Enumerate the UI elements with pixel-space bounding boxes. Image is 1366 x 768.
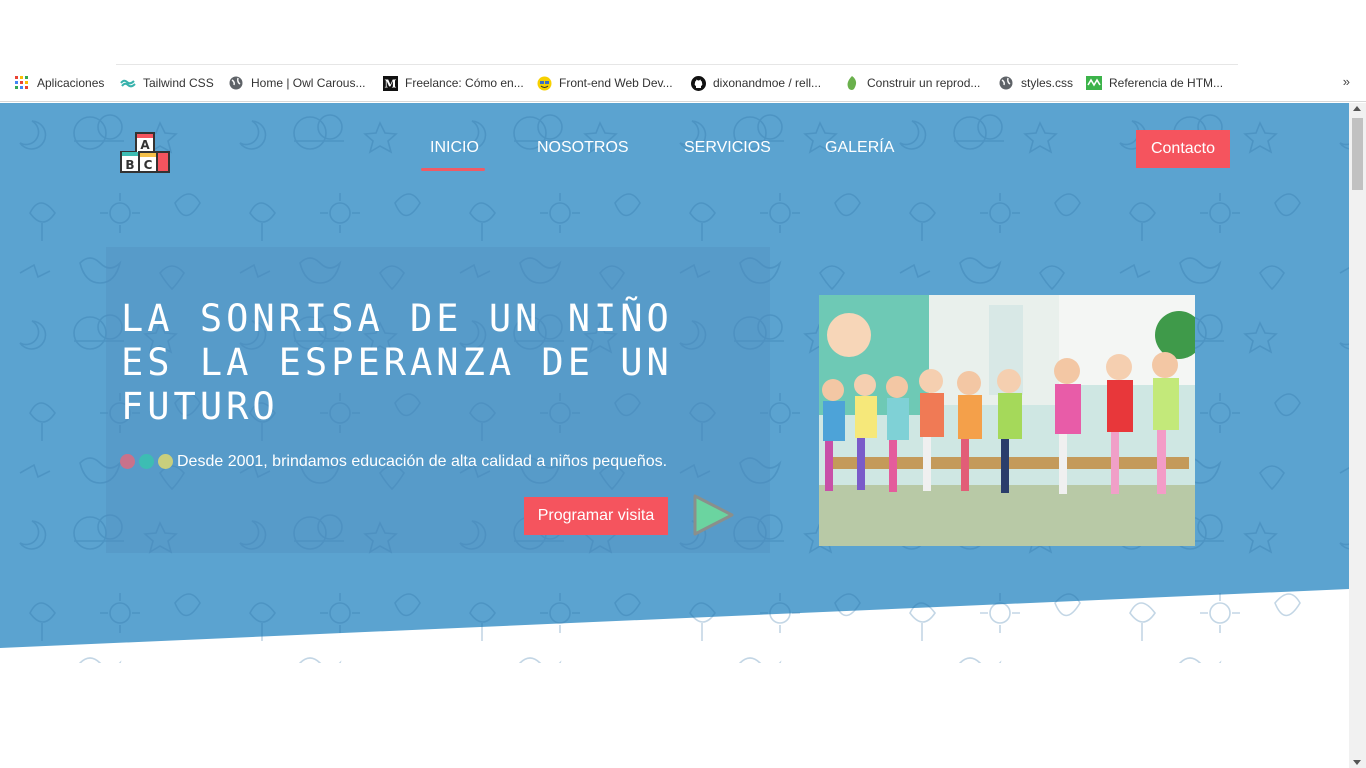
bookmark-label: Construir un reprod... [867,76,981,90]
bookmark-label: styles.css [1021,76,1074,90]
browser-top-area [0,0,1366,64]
bookmark-reproductor[interactable]: Construir un reprod... [844,73,980,93]
bookmark-mdn[interactable]: Referencia de HTM... [1086,73,1223,93]
bookmark-label: Aplicaciones [37,76,105,90]
face-icon [536,75,552,91]
page-scrollbar[interactable] [1349,103,1366,768]
hero-photo [819,295,1195,546]
medium-icon: M [382,75,398,91]
contact-button[interactable]: Contacto [1136,130,1230,168]
bookmark-label: Referencia de HTM... [1109,76,1224,90]
mdn-icon [1086,75,1102,91]
logo-letter-c: C [144,158,153,172]
bookmark-label: dixonandmoe / rell... [713,76,822,90]
bookmark-owl-carousel[interactable]: Home | Owl Carous... [228,73,365,93]
bookmark-github[interactable]: dixonandmoe / rell... [690,73,821,93]
svg-text:M: M [384,77,396,90]
play-icon[interactable] [692,493,734,537]
bookmark-label: Tailwind CSS [143,76,214,90]
dot-teal [139,454,154,469]
hero-subline: Desde 2001, brindamos educación de alta … [177,453,668,470]
scroll-up-icon[interactable] [1353,106,1361,111]
github-icon [690,75,706,91]
bookmark-label: Home | Owl Carous... [251,76,366,90]
site-logo[interactable]: A B C [120,132,170,174]
dot-pink [120,454,135,469]
bookmark-label: Front-end Web Dev... [559,76,673,90]
nav-galeria[interactable]: GALERÍA [825,139,894,157]
globe-icon [228,75,244,91]
hero-dots [120,454,173,469]
bookmarks-bar: Aplicaciones Tailwind CSS Home | Owl Car… [0,64,1366,102]
nav-active-underline [421,168,485,171]
bookmark-label: Freelance: Cómo en... [405,76,524,90]
logo-letter-a: A [140,138,150,152]
nav-inicio[interactable]: INICIO [430,139,479,157]
nav-servicios[interactable]: SERVICIOS [684,139,771,157]
bookmark-styles[interactable]: styles.css [998,73,1073,93]
bookmark-freelance[interactable]: M Freelance: Cómo en... [382,73,524,93]
page-viewport: A B C INICIO NOSOTROS SERVICIOS GALERÍA … [0,103,1349,768]
hero-headline: LA SONRISA DE UN NIÑO ES LA ESPERANZA DE… [121,297,673,428]
logo-letter-b: B [125,158,134,172]
apps-grid-icon [14,75,30,91]
bookmark-tailwind[interactable]: Tailwind CSS [120,73,214,93]
globe-icon [998,75,1014,91]
bookmark-apps[interactable]: Aplicaciones [14,73,104,93]
nav-nosotros[interactable]: NOSOTROS [537,139,629,157]
bookmarks-overflow-button[interactable]: » [1343,74,1350,89]
tailwind-icon [120,75,136,91]
schedule-visit-button[interactable]: Programar visita [524,497,668,535]
leaf-icon [844,75,860,91]
bookmark-frontend[interactable]: Front-end Web Dev... [536,73,673,93]
scroll-down-icon[interactable] [1353,760,1361,765]
scrollbar-thumb[interactable] [1352,118,1363,190]
dot-olive [158,454,173,469]
bookmarks-divider [116,64,1238,65]
